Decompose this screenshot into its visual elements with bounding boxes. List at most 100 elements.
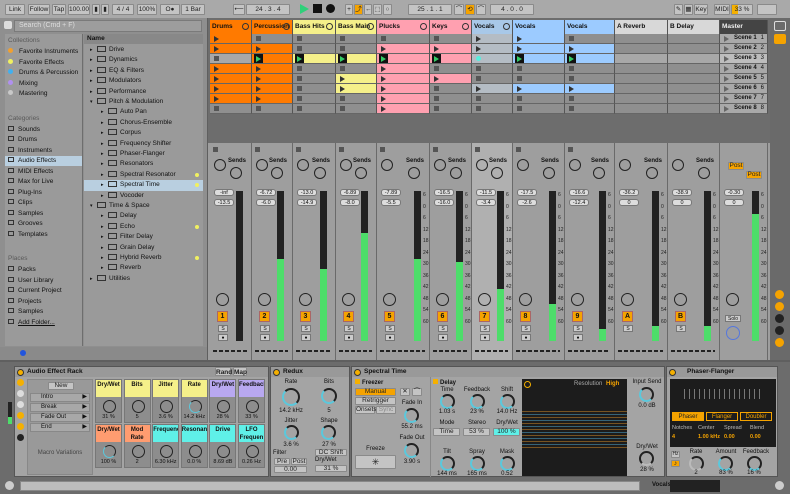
launch-variation-icon[interactable]: ▶	[82, 414, 87, 421]
cue-volume-knob[interactable]	[726, 326, 740, 340]
clip-slot[interactable]	[472, 84, 513, 94]
clip-slot[interactable]	[336, 34, 377, 44]
track-input-icon[interactable]	[568, 147, 573, 152]
clip-play-icon[interactable]	[476, 35, 481, 42]
browser-item[interactable]: ▸ Resonators	[84, 159, 203, 169]
scene-launch[interactable]: Scene 11	[720, 34, 768, 44]
clip-slot[interactable]	[252, 54, 293, 64]
clip-slot[interactable]	[293, 74, 336, 84]
search-input[interactable]: Search (Cmd + F)	[14, 20, 202, 32]
macro-label[interactable]: Frequency	[153, 425, 179, 442]
send-b-knob[interactable]	[314, 167, 326, 179]
clip-play-icon[interactable]	[381, 95, 386, 102]
crossfader-assign[interactable]	[516, 350, 560, 352]
computer-keyboard-icon[interactable]: ▦	[684, 4, 693, 15]
volume-display[interactable]: -36.2	[619, 189, 639, 196]
collection-item[interactable]: Mixing	[8, 79, 38, 89]
track-header-9[interactable]: A Reverb	[615, 20, 668, 34]
stop-button-icon[interactable]	[434, 106, 439, 111]
clip-slot[interactable]	[377, 54, 430, 64]
nudge-down-icon[interactable]: ▮	[92, 4, 100, 15]
macro-label[interactable]: Mod Rate	[124, 425, 150, 442]
clip-play-icon[interactable]	[214, 75, 219, 82]
send-b-knob[interactable]	[646, 167, 658, 179]
browser-item[interactable]: ▸ Reverb	[84, 263, 203, 273]
track-activator-button[interactable]: 1	[217, 311, 228, 322]
power-icon[interactable]	[17, 368, 24, 376]
mixer-toggle-icon[interactable]	[774, 34, 786, 44]
clip-slot[interactable]	[336, 74, 377, 84]
stop-button-icon[interactable]	[476, 76, 481, 81]
fade-in-knob[interactable]	[404, 408, 419, 423]
clip-slot[interactable]	[472, 94, 513, 104]
clip-slot[interactable]	[293, 44, 336, 54]
pan-display[interactable]: -3.4	[476, 199, 496, 206]
place-item[interactable]: Samples	[8, 307, 43, 317]
clip-slot[interactable]	[513, 34, 565, 44]
loop-start-field[interactable]: 25 . 1 . 1	[408, 4, 452, 15]
session-record-icon[interactable]: ○	[383, 4, 392, 15]
macro-knob[interactable]	[160, 400, 174, 413]
bits-knob[interactable]	[321, 388, 337, 404]
pan-display[interactable]: -16.0	[434, 199, 454, 206]
clip-play-icon[interactable]	[517, 85, 522, 92]
arm-button-icon[interactable]: ●	[260, 334, 270, 341]
solo-button[interactable]: S	[676, 325, 686, 332]
clip-play-icon[interactable]	[214, 45, 219, 52]
sync-button[interactable]: Sync	[376, 406, 396, 414]
clip-play-icon[interactable]	[256, 75, 261, 82]
clip-slot[interactable]	[430, 54, 472, 64]
clip-slot[interactable]	[615, 34, 668, 44]
stop-button-icon[interactable]	[214, 56, 219, 61]
browser-item[interactable]: ▸ Phaser-Flanger	[84, 149, 203, 159]
track-fold-icon[interactable]	[242, 23, 249, 30]
pan-knob[interactable]	[216, 293, 229, 306]
sidebar-item-drums[interactable]: Drums	[5, 135, 82, 145]
tilt-knob[interactable]	[440, 456, 455, 471]
place-item[interactable]: Packs	[8, 265, 36, 275]
freeze-button[interactable]: ✳	[355, 455, 396, 469]
solo-button[interactable]: S	[218, 325, 228, 332]
chain-toggle-icon[interactable]	[17, 390, 24, 397]
scene-play-icon[interactable]	[724, 45, 729, 52]
stop-button-icon[interactable]	[256, 106, 261, 111]
stop-button-icon[interactable]	[214, 106, 219, 111]
send-b-knob[interactable]	[355, 167, 367, 179]
send-b-knob[interactable]	[271, 167, 283, 179]
track-input-icon[interactable]	[339, 147, 344, 152]
clip-slot[interactable]	[615, 84, 668, 94]
clip-slot[interactable]	[252, 104, 293, 114]
volume-display[interactable]: -16.5	[434, 189, 454, 196]
clip-slot[interactable]	[252, 34, 293, 44]
clip-slot[interactable]	[668, 84, 720, 94]
send-a-knob[interactable]	[214, 159, 226, 171]
track-input-icon[interactable]	[516, 147, 521, 152]
track-activator-button[interactable]: 2	[259, 311, 270, 322]
pan-display[interactable]: -13.5	[214, 199, 234, 206]
clip-play-icon[interactable]	[434, 45, 439, 52]
clip-slot[interactable]	[668, 34, 720, 44]
browser-item[interactable]: ▸ EQ & Filters	[84, 66, 203, 76]
clip-play-icon[interactable]	[340, 75, 345, 82]
clip-slot[interactable]	[377, 104, 430, 114]
clip-slot[interactable]	[210, 44, 252, 54]
mask-knob[interactable]	[500, 456, 515, 471]
jitter-knob[interactable]	[284, 425, 299, 440]
browser-item[interactable]: ▸ Frequency Shifter	[84, 139, 203, 149]
stop-button-icon[interactable]	[297, 96, 302, 101]
scene-play-icon[interactable]	[724, 95, 729, 102]
clip-play-icon[interactable]	[340, 85, 345, 92]
stop-button-icon[interactable]	[517, 106, 522, 111]
master-pan-knob[interactable]	[726, 293, 739, 306]
stop-button-icon[interactable]	[569, 66, 574, 71]
overdub-icon[interactable]: +	[345, 4, 353, 15]
fade-out-knob[interactable]	[404, 443, 419, 458]
tempo-field[interactable]: 100.00	[68, 4, 90, 15]
pan-knob[interactable]	[674, 293, 687, 306]
macro-label[interactable]: Resonance	[181, 425, 207, 442]
collection-item[interactable]: Favorite Instruments	[8, 47, 78, 57]
browser-item[interactable]: ▸ Grain Delay	[84, 243, 203, 253]
stop-button-icon[interactable]	[340, 66, 345, 71]
scene-play-icon[interactable]	[724, 75, 729, 82]
solo-button[interactable]: S	[301, 325, 311, 332]
